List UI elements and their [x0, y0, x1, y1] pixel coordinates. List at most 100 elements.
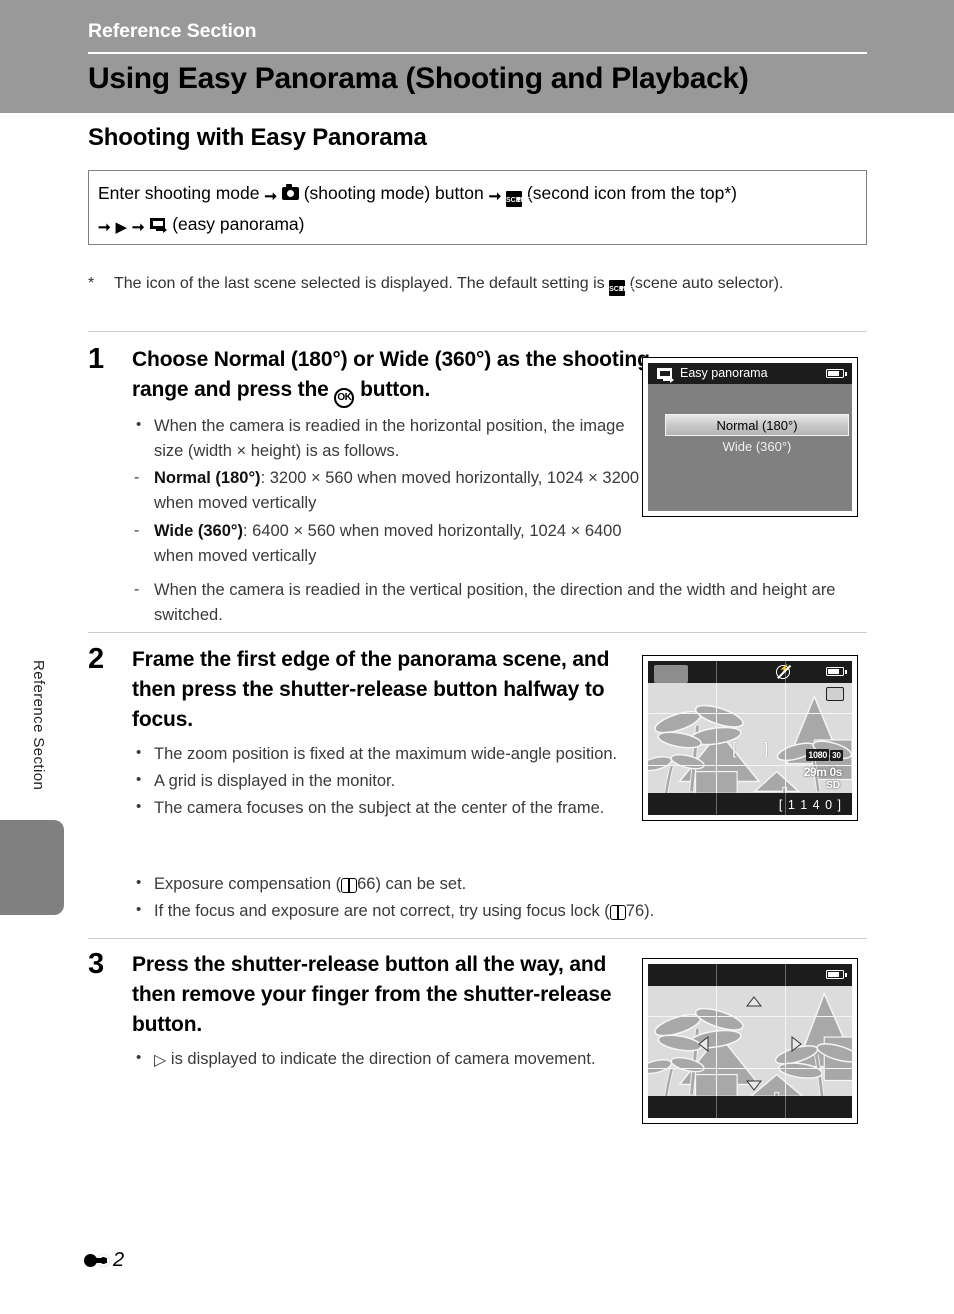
shots-remaining-counter: [ 1 1 4 0 ]: [778, 798, 842, 812]
step-3-body: Press the shutter-release button all the…: [132, 950, 652, 1073]
page-title: Using Easy Panorama (Shooting and Playba…: [88, 62, 749, 95]
arrow-right-icon: ➞: [264, 188, 277, 205]
step-3-bullet-1: • ▷ is displayed to indicate the directi…: [132, 1047, 652, 1073]
footnote-text-after: (scene auto selector).: [629, 275, 784, 292]
flash-off-icon: [776, 664, 790, 679]
nav-path-line-1: Enter shooting mode ➞ (shooting mode) bu…: [98, 183, 737, 210]
separator-step-1: [88, 331, 867, 332]
step-2-bullet-4: • Exposure compensation (66) can be set.: [132, 872, 892, 897]
step-2-title: Frame the first edge of the panorama sce…: [132, 648, 610, 732]
down-arrow-icon: [746, 1080, 762, 1091]
scene-illustration: [648, 964, 852, 1118]
step-3-screen-inner: [648, 964, 852, 1118]
af-area-brackets: [ ]: [732, 739, 780, 758]
step-2: 2 Frame the first edge of the panorama s…: [88, 645, 867, 823]
bullet-text: The zoom position is fixed at the maximu…: [154, 744, 618, 763]
scene-icon: SCENE: [506, 190, 530, 210]
menu-title-bar: Easy panorama: [648, 363, 852, 384]
bullet-text-after: ) can be set.: [375, 875, 467, 893]
step-2-extra-bullets: • Exposure compensation (66) can be set.…: [88, 872, 867, 926]
menu-option-wide[interactable]: Wide (360°): [665, 439, 849, 454]
recording-time-remaining: 29m 0s: [803, 765, 843, 779]
bullet-ref-number: 76: [625, 902, 645, 921]
bullet-bold-label: Normal (180°): [154, 469, 261, 488]
step-3-bullets: • ▷ is displayed to indicate the directi…: [132, 1047, 652, 1073]
right-arrow-icon: [791, 1036, 802, 1052]
movie-quality-badge: 1080 30: [806, 749, 843, 761]
bullet-marker: -: [134, 521, 140, 539]
step-1-title-p2: or: [347, 348, 380, 371]
grid-line-vertical: [716, 661, 718, 815]
grid-line-vertical: [716, 793, 718, 815]
grid-line-horizontal: [648, 1016, 852, 1018]
step-1: 1 Choose Normal (180°) or Wide (360°) as…: [88, 345, 867, 571]
bullet-marker: -: [134, 469, 140, 487]
camera-icon: [281, 184, 299, 200]
page-header-band: Reference Section Using Easy Panorama (S…: [0, 0, 954, 113]
step-1-title-p0: Choose: [132, 348, 214, 371]
grid-line-vertical: [716, 661, 718, 683]
step-2-body: Frame the first edge of the panorama sce…: [132, 645, 652, 821]
step-1-title-p6: button.: [354, 378, 431, 402]
page-reference-icon: [609, 905, 626, 921]
grid-line-horizontal: [648, 713, 852, 715]
vibration-reduction-icon: [826, 687, 844, 701]
direction-triangle-icon: ▷: [154, 1051, 167, 1069]
bullet-marker: •: [136, 416, 142, 434]
step-2-bullets: • The zoom position is fixed at the maxi…: [132, 742, 652, 821]
step-1-title-wide: Wide (360°): [379, 348, 492, 371]
grid-line-vertical: [785, 964, 787, 986]
nav-text-enter-mode: Enter shooting mode: [98, 183, 260, 203]
grid-line-vertical: [785, 1096, 787, 1118]
bullet-text-before: Exposure compensation (: [154, 875, 342, 893]
movie-resolution-label: 1080: [806, 749, 830, 761]
footnote-marker: *: [88, 275, 95, 292]
battery-icon: [826, 369, 847, 378]
step-1-bullets: • When the camera is readied in the hori…: [132, 414, 652, 568]
header-kicker: Reference Section: [88, 20, 257, 42]
menu-option-normal[interactable]: Normal (180°): [665, 414, 849, 436]
bullet-text: The camera focuses on the subject at the…: [154, 798, 605, 817]
grid-line-vertical: [716, 964, 718, 986]
liveview-bottom-bar: [648, 1096, 852, 1118]
movie-fps-label: 30: [830, 749, 843, 761]
step-1-body: Choose Normal (180°) or Wide (360°) as t…: [132, 345, 652, 569]
reference-e-icon: [84, 1253, 110, 1268]
grid-line-vertical: [785, 661, 787, 815]
manual-page: Reference Section Using Easy Panorama (S…: [0, 0, 954, 1314]
step-1-camera-screen: Easy panorama Normal (180°) Wide (360°): [642, 357, 858, 517]
scene-illustration: [648, 661, 852, 815]
bullet-marker: -: [134, 581, 140, 598]
navigation-path-box: Enter shooting mode ➞ (shooting mode) bu…: [88, 170, 867, 245]
ok-button-icon: OK: [334, 388, 355, 409]
separator-step-3: [88, 938, 867, 939]
footnote-text-before: The icon of the last scene selected is d…: [114, 275, 605, 292]
scene-icon: SCENE: [609, 279, 633, 299]
step-1-bullet-2: - Normal (180°): 3200 × 560 when moved h…: [132, 466, 652, 516]
step-2-bullet-1: • The zoom position is fixed at the maxi…: [132, 742, 652, 767]
liveview-bottom-bar: [ 1 1 4 0 ]: [648, 793, 852, 815]
bullet-marker: •: [136, 1048, 142, 1066]
nav-text-easy-panorama: (easy panorama): [172, 214, 305, 234]
bullet-marker: •: [136, 770, 142, 788]
liveview-background: [ ] 1080 30 29m 0s SD: [648, 661, 852, 815]
bullet-text-before: If the focus and exposure are not correc…: [154, 902, 610, 921]
bullet-bold-label: Wide (360°): [154, 521, 243, 540]
step-1-screen-inner: Easy panorama Normal (180°) Wide (360°): [648, 363, 852, 511]
step-2-bullet-5: • If the focus and exposure are not corr…: [132, 899, 892, 924]
battery-icon: [826, 667, 847, 676]
side-section-tab: [0, 820, 64, 915]
memory-card-icon: SD: [826, 780, 840, 791]
grid-line-vertical: [716, 1096, 718, 1118]
separator-step-2: [88, 632, 867, 633]
nav-path-line-2: ➞ ▶ ➞ (easy panorama): [98, 214, 305, 236]
step-2-bullet-3: • The camera focuses on the subject at t…: [132, 796, 652, 821]
footnote-text: The icon of the last scene selected is d…: [114, 272, 867, 299]
play-triangle-icon: ▶: [115, 219, 127, 236]
step-1-bullet-1: • When the camera is readied in the hori…: [132, 414, 652, 464]
step-3-camera-screen: [642, 958, 858, 1124]
arrow-right-icon: ➞: [98, 219, 111, 236]
liveview-background: [648, 964, 852, 1118]
step-1-number: 1: [88, 343, 105, 375]
page-footer: 2: [84, 1249, 124, 1272]
